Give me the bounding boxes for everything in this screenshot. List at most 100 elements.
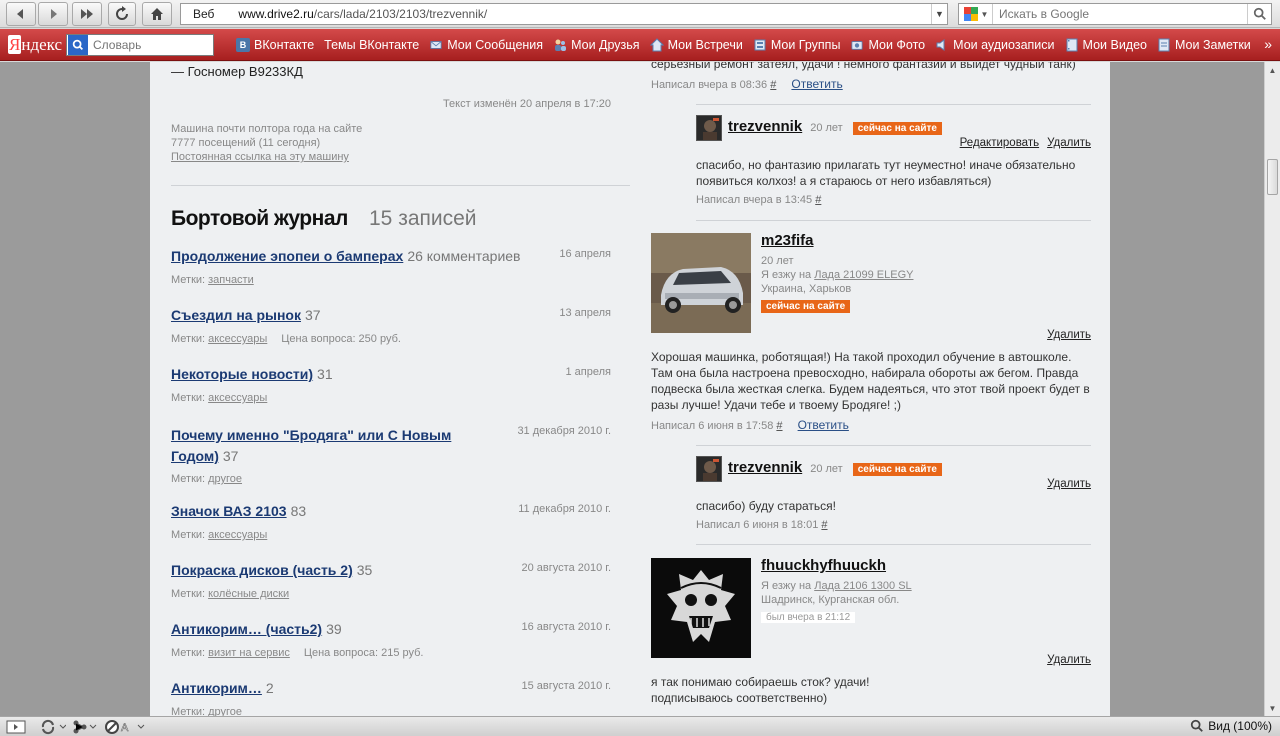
comment-text: я так понимаю собираешь сток? удачи! под… (651, 675, 870, 705)
reply-link[interactable]: Ответить (798, 418, 849, 432)
tag-link[interactable]: другое (208, 473, 242, 485)
car-plate-number: — Госномер В9233КД (171, 64, 303, 79)
journal-entry-title[interactable]: Значок ВАЗ 2103 (171, 503, 287, 519)
journal-entry-title[interactable]: Почему именно "Бродяга" или С Новым Годо… (171, 427, 451, 464)
blocker-button[interactable]: A (104, 719, 148, 735)
comments-column: серьезный ремонт затеял, удачи ! немного… (651, 62, 1091, 716)
ya-item-meetings[interactable]: Мои Встречи (649, 38, 743, 52)
ya-item-notes[interactable]: Мои Заметки (1157, 38, 1251, 52)
yandex-search[interactable] (66, 33, 214, 56)
search-bar[interactable]: ▼ (958, 3, 1272, 25)
comment-meta: Написал 6 июня в 17:58 # Ответить (651, 418, 849, 432)
edit-link[interactable]: Редактировать (960, 137, 1039, 149)
delete-link[interactable]: Удалить (1047, 329, 1091, 341)
ya-item-friends[interactable]: Мои Друзья (553, 38, 640, 52)
ya-item-audio[interactable]: Мои аудиозаписи (935, 38, 1055, 52)
username-link[interactable]: trezvennik (728, 459, 802, 476)
journal-entry-title[interactable]: Продолжение эпопеи о бамперах (171, 248, 403, 264)
avatar[interactable] (696, 456, 722, 482)
journal-entry-title[interactable]: Покраска дисков (часть 2) (171, 562, 353, 578)
ya-item-video[interactable]: Мои Видео (1065, 38, 1147, 52)
delete-link[interactable]: Удалить (1047, 137, 1091, 149)
journal-entry-title[interactable]: Антикорим… (171, 680, 262, 696)
comment-permalink[interactable]: # (815, 194, 821, 206)
home-button[interactable] (142, 2, 172, 26)
reload-button[interactable] (108, 2, 136, 26)
permalink-link[interactable]: Постоянная ссылка на эту машину (171, 151, 349, 163)
username-link[interactable]: fhuuckhyfhuuckh (761, 557, 886, 574)
tag-link[interactable]: аксессуары (208, 529, 267, 541)
journal-entry-comments: 37 (305, 307, 321, 323)
journal-entry-title[interactable]: Некоторые новости) (171, 366, 313, 382)
comment-text: Хорошая машинка, роботящая!) На такой пр… (651, 350, 1090, 412)
delete-link[interactable]: Удалить (1047, 478, 1091, 490)
search-go-button[interactable] (1247, 4, 1271, 24)
ya-item-vkontakte[interactable]: В ВКонтакте (236, 37, 314, 52)
address-url: www.drive2.ru/cars/lada/2103/2103/trezve… (238, 7, 488, 21)
avatar[interactable] (696, 115, 722, 141)
divider (696, 104, 1091, 105)
ya-item-groups[interactable]: Мои Группы (753, 38, 840, 52)
comment-permalink[interactable]: # (770, 79, 776, 91)
avatar-car-photo[interactable] (651, 233, 751, 333)
ya-item-vk-topics[interactable]: Темы ВКонтакте (324, 38, 419, 52)
delete-link[interactable]: Удалить (1047, 654, 1091, 666)
sync-button[interactable] (40, 719, 66, 735)
network-button[interactable] (72, 719, 98, 735)
ya-item-messages[interactable]: Мои Сообщения (429, 38, 543, 52)
scrollbar-thumb[interactable] (1267, 159, 1278, 195)
ya-item-label: Мои Видео (1082, 37, 1147, 52)
scroll-up-icon[interactable]: ▲ (1265, 62, 1280, 78)
back-button[interactable] (6, 2, 36, 26)
scroll-down-icon[interactable]: ▼ (1265, 700, 1280, 716)
divider (696, 544, 1091, 545)
search-engine-selector[interactable]: ▼ (959, 4, 993, 24)
fast-forward-icon (81, 9, 93, 19)
fast-forward-button[interactable] (72, 2, 102, 26)
film-icon (1065, 38, 1079, 52)
yandex-logo[interactable]: Яндекс (8, 34, 66, 55)
comment-header: fhuuckhyfhuuckh Я езжу на Лада 2106 1300… (761, 557, 912, 625)
groups-icon (753, 38, 767, 52)
comment-text: спасибо) буду стараться! (696, 499, 836, 513)
chevron-right-icon[interactable]: » (1264, 36, 1272, 52)
username-link[interactable]: trezvennik (728, 118, 802, 135)
tag-link[interactable]: аксессуары (208, 333, 267, 345)
comment-text: спасибо, но фантазию прилагать тут неуме… (696, 158, 1076, 188)
tag-link[interactable]: визит на сервис (208, 647, 290, 659)
address-dropdown-icon[interactable]: ▼ (931, 4, 947, 24)
search-input[interactable] (999, 7, 1239, 21)
address-bar[interactable]: Веб www.drive2.ru/cars/lada/2103/2103/tr… (180, 3, 948, 25)
tag-link[interactable]: колёсные диски (208, 588, 289, 600)
ya-item-label: Мои Фото (868, 37, 926, 52)
avatar-skull-image[interactable] (651, 558, 751, 658)
zoom-control[interactable]: Вид (100%) (1190, 719, 1272, 733)
divider (696, 220, 1091, 221)
people-icon (553, 38, 567, 52)
reply-link[interactable]: Ответить (791, 77, 842, 91)
vertical-scrollbar[interactable]: ▲ ▼ (1264, 62, 1280, 716)
journal-entry-title[interactable]: Антикорим… (часть2) (171, 621, 322, 637)
tag-link[interactable]: аксессуары (208, 392, 267, 404)
status-bar: A Вид (100%) (0, 716, 1280, 736)
online-badge: сейчас на сайте (761, 300, 851, 313)
car-link[interactable]: Лада 21099 ELEGY (814, 269, 913, 281)
yandex-search-input[interactable] (93, 37, 203, 52)
comment-header: trezvennik 20 лет сейчас на сайте (728, 459, 942, 477)
comment-permalink[interactable]: # (821, 519, 827, 531)
username-link[interactable]: m23fifa (761, 232, 814, 249)
journal-entry-tags: Метки: визит на сервис Цена вопроса: 215 р… (171, 647, 424, 659)
tag-link[interactable]: запчасти (208, 274, 254, 286)
forward-button[interactable] (38, 2, 68, 26)
comment-permalink[interactable]: # (776, 420, 782, 432)
tag-link[interactable]: другое (208, 706, 242, 716)
journal-count: 15 записей (369, 207, 477, 230)
panel-toggle-button[interactable] (6, 719, 26, 735)
ya-item-photos[interactable]: Мои Фото (850, 38, 925, 52)
comment-actions: Удалить (1039, 654, 1091, 666)
journal-entry: Съездил на рынок 37 13 апреля Метки: аксес… (171, 307, 611, 345)
journal-entry-date: 20 августа 2010 г. (521, 562, 611, 574)
car-link[interactable]: Лада 2106 1300 SL (814, 580, 911, 592)
journal-entry: Антикорим… 2 15 августа 2010 г. Метки: дру… (171, 680, 611, 716)
journal-entry-title[interactable]: Съездил на рынок (171, 307, 301, 323)
